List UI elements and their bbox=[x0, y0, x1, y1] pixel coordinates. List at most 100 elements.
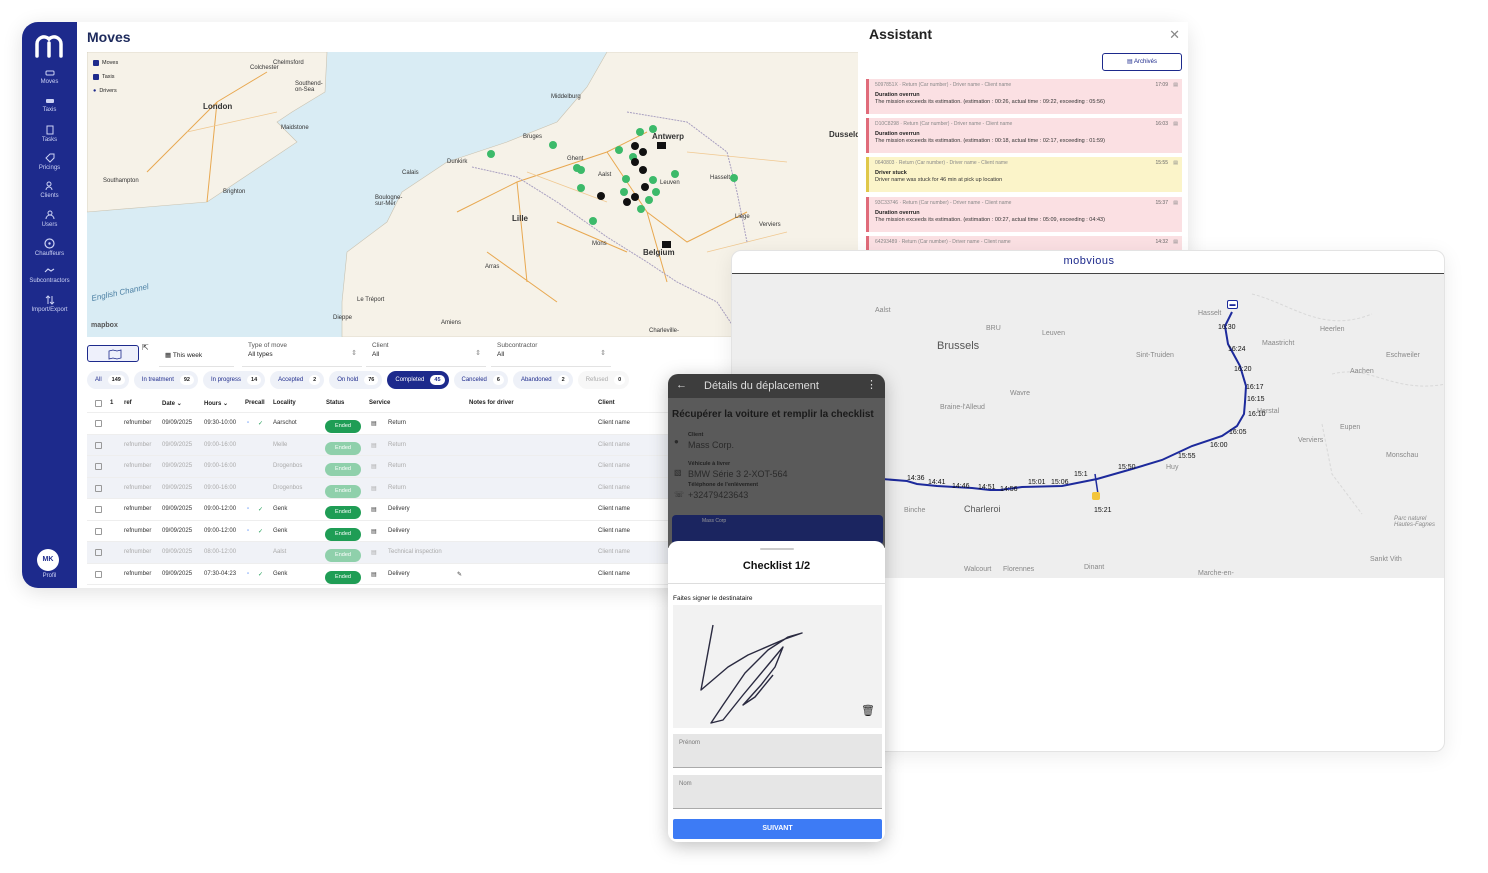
route-time-label: 15:55 bbox=[1178, 453, 1196, 460]
map-label: Verviers bbox=[759, 222, 781, 228]
archive-icon[interactable]: ▤ bbox=[1173, 82, 1178, 88]
map-label: Amiens bbox=[441, 320, 462, 326]
next-button[interactable]: SUIVANT bbox=[673, 819, 882, 839]
sidebar-item-moves[interactable]: Moves bbox=[22, 69, 77, 85]
alert-card[interactable]: 93C33746 · Return (Car number) - Driver … bbox=[866, 197, 1182, 232]
archive-icon[interactable]: ▤ bbox=[1173, 200, 1178, 206]
sidebar-item-import-export[interactable]: Import/Export bbox=[22, 295, 77, 313]
sidebar-item-users[interactable]: Users bbox=[22, 210, 77, 228]
client-filter[interactable]: Client All ⇕ bbox=[366, 340, 486, 367]
car-marker-icon[interactable]: ▬ bbox=[1227, 300, 1238, 309]
map-label: Brussels bbox=[937, 340, 980, 352]
archive-icon[interactable]: ▤ bbox=[1173, 239, 1178, 245]
map-label: Charleroi bbox=[964, 504, 1001, 514]
row-checkbox[interactable] bbox=[95, 506, 102, 513]
tab-accepted[interactable]: Accepted 2 bbox=[270, 371, 325, 389]
legend-taxis[interactable]: Taxis bbox=[93, 74, 118, 80]
subcontractor-filter[interactable]: Subcontractor All ⇕ bbox=[491, 340, 611, 367]
alert-card[interactable]: 0640803 · Return (Car number) - Driver n… bbox=[866, 157, 1182, 192]
profile-label[interactable]: Profil bbox=[22, 573, 77, 579]
car-icon bbox=[45, 70, 54, 76]
archive-icon: ▤ bbox=[1126, 59, 1133, 65]
sidebar: Moves Taxis Tasks Pricings Clients Users… bbox=[22, 22, 77, 588]
map-label: Maastricht bbox=[1262, 340, 1295, 347]
chat-icon[interactable]: ▫ bbox=[247, 571, 249, 577]
close-icon[interactable]: ✕ bbox=[1169, 27, 1180, 43]
last-name-field[interactable]: Nom bbox=[673, 775, 882, 809]
chat-icon[interactable]: ▫ bbox=[247, 506, 249, 512]
archive-icon[interactable]: ▤ bbox=[1173, 121, 1178, 127]
row-checkbox[interactable] bbox=[95, 549, 102, 556]
mobvious-logo[interactable] bbox=[34, 34, 64, 58]
sidebar-item-taxis[interactable]: Taxis bbox=[22, 97, 77, 113]
trash-icon[interactable]: 🗑 bbox=[861, 704, 875, 717]
chat-icon[interactable]: ▫ bbox=[247, 420, 249, 426]
sidebar-item-chauffeurs[interactable]: Chauffeurs bbox=[22, 238, 77, 257]
mobvious-brand: mobvious bbox=[1063, 255, 1115, 267]
chat-icon[interactable]: ▫ bbox=[247, 528, 249, 534]
chevron-down-icon: ⌄ bbox=[223, 401, 229, 407]
map-label: Monschau bbox=[1386, 452, 1419, 459]
expand-icon[interactable]: ⇱ bbox=[142, 343, 149, 352]
avatar[interactable]: MK bbox=[37, 549, 59, 571]
sidebar-item-pricings[interactable]: Pricings bbox=[22, 153, 77, 171]
first-name-field[interactable]: Prénom bbox=[673, 734, 882, 768]
phone-icon: ☏ bbox=[674, 490, 685, 499]
type-of-move-filter[interactable]: Type of move All types ⇕ bbox=[242, 340, 362, 367]
task-title: Récupérer la voiture et remplir la check… bbox=[672, 409, 874, 420]
status-badge: Ended bbox=[325, 506, 361, 519]
sidebar-item-clients[interactable]: Clients bbox=[22, 181, 77, 199]
tab-on-hold[interactable]: On hold 76 bbox=[329, 371, 383, 389]
row-checkbox[interactable] bbox=[95, 420, 102, 427]
legend-drivers[interactable]: ● Drivers bbox=[93, 88, 118, 94]
alert-card[interactable]: 5097851X · Return (Car number) - Driver … bbox=[866, 79, 1182, 114]
pickup-marker-icon[interactable] bbox=[1092, 492, 1100, 500]
row-checkbox[interactable] bbox=[95, 527, 102, 535]
clients-icon bbox=[45, 181, 52, 191]
sidebar-item-tasks[interactable]: Tasks bbox=[22, 125, 77, 143]
week-filter[interactable]: ▦ This week bbox=[159, 340, 234, 367]
check-icon: ✓ bbox=[258, 528, 264, 535]
tab-canceled[interactable]: Canceled 6 bbox=[453, 371, 508, 389]
clipboard-icon bbox=[46, 125, 53, 135]
route-time-label: 14:41 bbox=[928, 479, 946, 486]
map-toggle-button[interactable] bbox=[87, 345, 139, 362]
tab-in-treatment[interactable]: In treatment 92 bbox=[133, 371, 198, 389]
checkbox-icon[interactable] bbox=[93, 60, 99, 66]
tab-completed[interactable]: Completed 45 bbox=[387, 371, 449, 389]
hours-header[interactable]: Hours ⌄ bbox=[204, 400, 228, 407]
map-legend[interactable]: Moves Taxis ● Drivers bbox=[93, 60, 118, 102]
phone-app: ← Détails du déplacement ⋮ Récupérer la … bbox=[668, 374, 885, 842]
note-icon[interactable]: ✎ bbox=[457, 571, 462, 578]
more-vertical-icon[interactable]: ⋮ bbox=[866, 378, 877, 391]
map-label: BRU bbox=[986, 325, 1001, 332]
row-checkbox[interactable] bbox=[95, 441, 102, 449]
signature-pad[interactable] bbox=[673, 605, 882, 728]
tab-all[interactable]: All 149 bbox=[87, 371, 129, 389]
legend-moves[interactable]: Moves bbox=[93, 60, 118, 66]
steering-wheel-icon bbox=[44, 238, 55, 249]
checkbox-icon[interactable] bbox=[93, 74, 99, 80]
date-header[interactable]: Date ⌄ bbox=[162, 400, 182, 407]
tab-abandoned[interactable]: Abandoned 2 bbox=[512, 371, 573, 389]
sheet-handle[interactable] bbox=[760, 548, 794, 550]
row-checkbox[interactable] bbox=[95, 484, 102, 492]
status-badge: Ended bbox=[325, 549, 361, 562]
sidebar-item-subcontractors[interactable]: Subcontractors bbox=[22, 267, 77, 284]
map-label: Ghent bbox=[567, 156, 584, 162]
status-badge: Ended bbox=[325, 484, 361, 498]
select-all-checkbox[interactable] bbox=[95, 400, 102, 407]
mapbox-logo[interactable]: mapbox bbox=[91, 322, 118, 329]
status-badge: Ended bbox=[325, 463, 361, 476]
map-label: Liège bbox=[735, 214, 750, 220]
tab-refused[interactable]: Refused 0 bbox=[577, 371, 630, 389]
archives-button[interactable]: ▤ Archivés bbox=[1102, 53, 1182, 71]
alert-card[interactable]: D10C8298 · Return (Car number) - Driver … bbox=[866, 118, 1182, 153]
route-time-label: 16:24 bbox=[1228, 346, 1246, 353]
archive-icon[interactable]: ▤ bbox=[1173, 160, 1178, 166]
tab-in-progress[interactable]: In progress 14 bbox=[203, 371, 266, 389]
row-checkbox[interactable] bbox=[95, 463, 102, 470]
back-arrow-icon[interactable]: ← bbox=[676, 379, 687, 391]
row-checkbox[interactable] bbox=[95, 570, 102, 578]
map-label: London bbox=[203, 102, 233, 111]
